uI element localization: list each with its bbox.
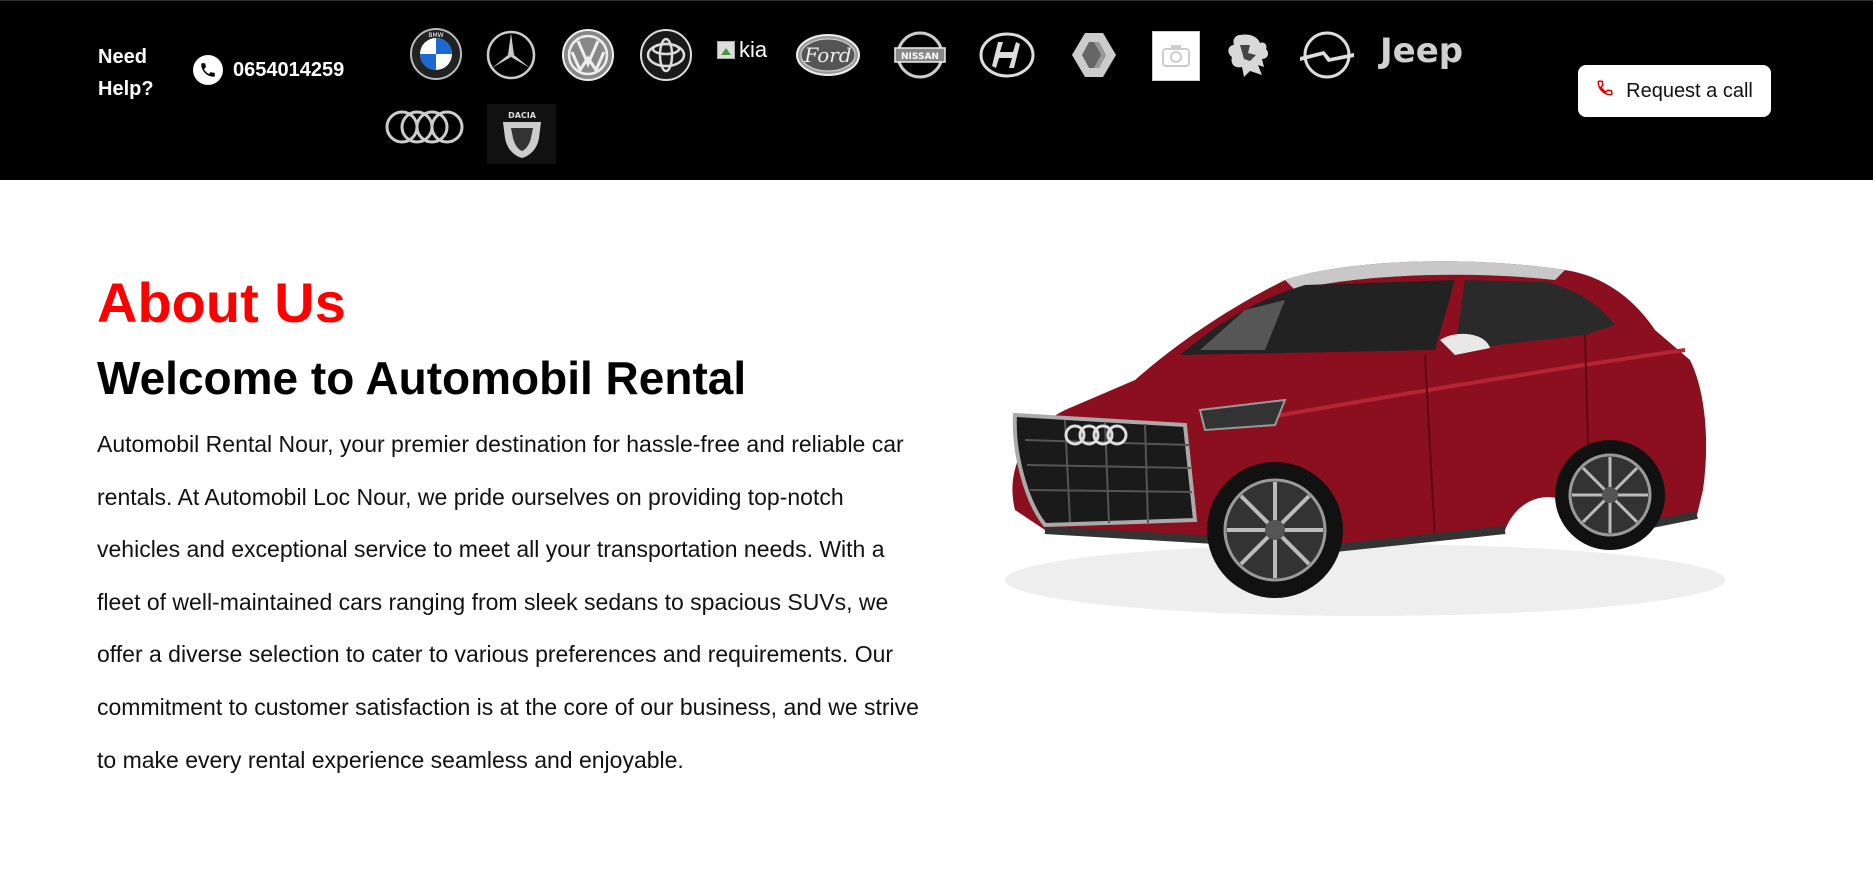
about-paragraph: Automobil Rental Nour, your premier dest…	[97, 431, 919, 773]
request-call-label: Request a call	[1626, 79, 1753, 102]
peugeot-logo-icon[interactable]	[1222, 31, 1274, 79]
phone-link[interactable]: 0654014259	[193, 55, 344, 85]
bmw-logo-text: BMW	[428, 32, 443, 39]
ford-logo-icon[interactable]: Ford	[796, 33, 860, 77]
bmw-logo-icon[interactable]: BMW	[410, 28, 462, 80]
volkswagen-logo-icon[interactable]	[561, 28, 615, 82]
kia-alt-text: kia	[739, 37, 768, 62]
opel-logo-icon[interactable]	[1298, 30, 1356, 80]
welcome-heading: Welcome to Automobil Rental	[97, 352, 747, 404]
jeep-logo-text: Jeep	[1380, 31, 1464, 71]
toyota-logo-icon[interactable]	[639, 28, 693, 82]
phone-number: 0654014259	[233, 58, 345, 81]
ford-logo-text: Ford	[803, 43, 851, 67]
audi-logo-icon[interactable]	[384, 105, 464, 149]
dacia-logo-text: DACIA	[508, 111, 537, 120]
phone-icon	[193, 55, 223, 85]
need-help-label: Need Help?	[98, 46, 154, 100]
top-bar: Need Help? 0654014259 BMW kia Ford NISSA…	[0, 0, 1873, 180]
request-call-button[interactable]: Request a call	[1578, 65, 1771, 117]
dacia-logo-icon[interactable]: DACIA	[487, 104, 556, 164]
renault-logo-icon[interactable]	[1069, 30, 1119, 80]
jeep-logo-icon[interactable]: Jeep	[1380, 31, 1463, 71]
about-title: About Us	[97, 271, 346, 334]
hyundai-logo-icon[interactable]	[979, 31, 1035, 79]
mercedes-logo-icon[interactable]	[486, 30, 536, 80]
broken-image-icon[interactable]: kia	[717, 37, 767, 63]
red-audi-suv-image	[985, 240, 1735, 635]
nissan-logo-text: NISSAN	[901, 52, 939, 62]
nissan-logo-icon[interactable]: NISSAN	[893, 28, 947, 82]
placeholder-image-icon[interactable]	[1152, 31, 1200, 81]
phone-outline-icon	[1596, 79, 1614, 103]
broken-image-glyph	[717, 41, 735, 59]
